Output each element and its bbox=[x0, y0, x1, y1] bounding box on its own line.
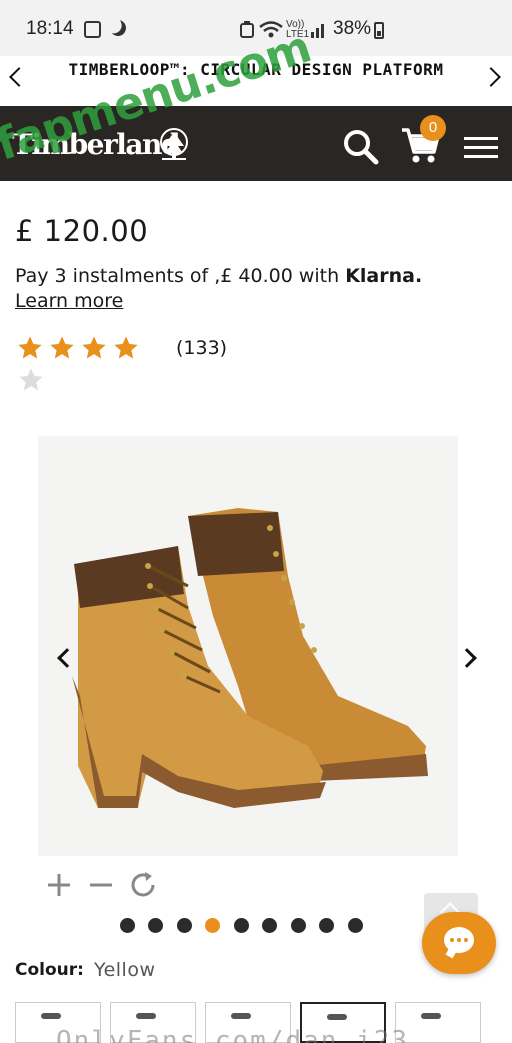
pagination-dot[interactable] bbox=[148, 918, 163, 933]
battery-percent: 38% bbox=[333, 18, 372, 39]
wifi-icon bbox=[259, 21, 283, 38]
pagination-dot[interactable] bbox=[319, 918, 334, 933]
product-image[interactable] bbox=[38, 436, 458, 856]
zoom-out-icon[interactable] bbox=[88, 872, 114, 898]
chat-button[interactable] bbox=[422, 912, 496, 974]
reset-zoom-icon[interactable] bbox=[128, 870, 158, 900]
klarna-message: Pay 3 instalments of ,£ 40.00 with Klarn… bbox=[15, 265, 422, 287]
signal-label: Vo)) LTE1 bbox=[286, 19, 310, 40]
star-empty-icon bbox=[19, 368, 43, 391]
star-icon bbox=[114, 336, 138, 359]
pagination-dot-active[interactable] bbox=[205, 918, 220, 933]
colour-value: Yellow bbox=[94, 959, 156, 981]
gallery-next-icon[interactable] bbox=[457, 648, 477, 668]
pagination-dot[interactable] bbox=[348, 918, 363, 933]
klarna-logo: Klarna. bbox=[345, 265, 423, 287]
pagination-dot[interactable] bbox=[262, 918, 277, 933]
zoom-in-icon[interactable] bbox=[46, 872, 72, 898]
url-watermark: OnlyFans.com/dan_i23 bbox=[56, 1026, 410, 1043]
pagination-dot[interactable] bbox=[120, 918, 135, 933]
notification-icon bbox=[84, 21, 101, 38]
star-icon bbox=[18, 336, 42, 359]
colour-label: Colour: bbox=[15, 960, 84, 980]
do-not-disturb-icon bbox=[108, 18, 129, 39]
review-count[interactable]: (133) bbox=[176, 337, 227, 359]
klarna-text: Pay 3 instalments of ,£ 40.00 with bbox=[15, 265, 346, 287]
banner-title[interactable]: TIMBERLOOP™: CIRCULAR DESIGN PLATFORM bbox=[60, 60, 452, 80]
banner-next-icon[interactable] bbox=[481, 67, 501, 87]
pagination-dot[interactable] bbox=[291, 918, 306, 933]
timberland-logo[interactable]: Timberland bbox=[12, 128, 180, 161]
status-bar: 18:14 Vo)) LTE1 38% bbox=[0, 0, 512, 56]
banner-prev-icon[interactable] bbox=[9, 67, 29, 87]
search-icon[interactable] bbox=[342, 128, 380, 166]
chat-icon bbox=[444, 927, 474, 953]
signal-icon bbox=[311, 24, 324, 38]
boots-photo bbox=[72, 508, 428, 808]
status-time: 18:14 bbox=[26, 18, 74, 39]
promo-banner: TIMBERLOOP™: CIRCULAR DESIGN PLATFORM bbox=[0, 56, 512, 106]
battery-icon bbox=[374, 22, 384, 39]
recycle-icon bbox=[240, 21, 254, 38]
product-price: £ 120.00 bbox=[15, 214, 149, 248]
star-icon bbox=[82, 336, 106, 359]
star-icon bbox=[50, 336, 74, 359]
cart-count-badge: 0 bbox=[420, 115, 446, 141]
learn-more-link[interactable]: Learn more bbox=[15, 290, 123, 312]
pagination-dot[interactable] bbox=[177, 918, 192, 933]
pagination-dot[interactable] bbox=[234, 918, 249, 933]
hamburger-menu-icon[interactable] bbox=[464, 137, 498, 159]
tree-logo-icon bbox=[160, 128, 188, 160]
